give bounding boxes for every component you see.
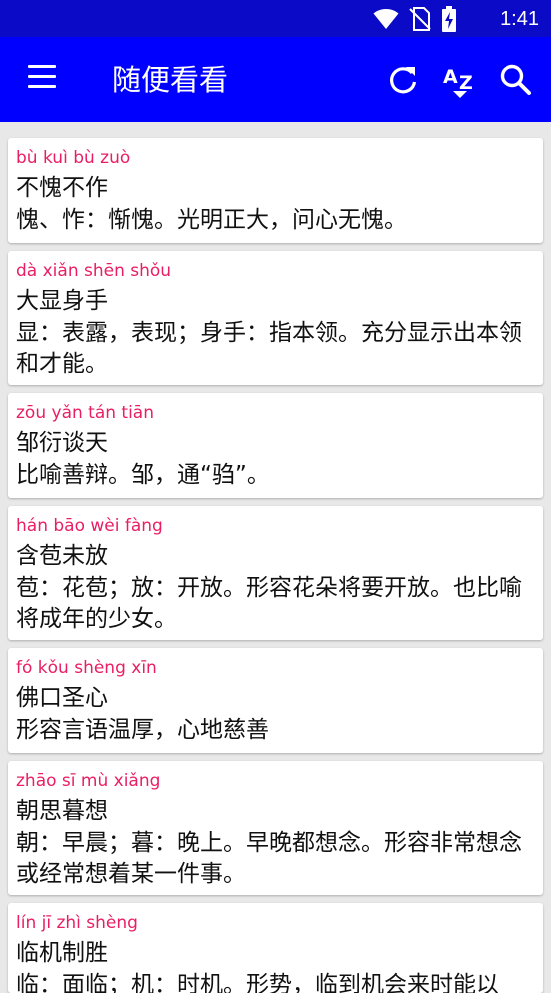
idiom-card[interactable]: zōu yǎn tán tiān 邹衍谈天 比喻善辩。邹，通“驺”。 (8, 393, 543, 498)
idiom-word: 含苞未放 (16, 543, 108, 569)
idiom-word: 临机制胜 (16, 940, 108, 966)
idiom-pinyin: zhāo sī mù xiǎng (16, 771, 161, 791)
idiom-pinyin: lín jī zhì shèng (16, 913, 138, 933)
idiom-pinyin: fó kǒu shèng xīn (16, 658, 157, 678)
idiom-meaning: 形容言语温厚，心地慈善 (16, 717, 269, 743)
idiom-pinyin: dà xiǎn shēn shǒu (16, 261, 172, 281)
search-icon[interactable] (497, 61, 537, 101)
status-icons (373, 6, 457, 32)
idiom-card[interactable]: hán bāo wèi fàng 含苞未放 苞：花苞；放：开放。形容花朵将要开放… (8, 506, 543, 640)
idiom-word: 邹衍谈天 (16, 430, 108, 456)
idiom-word: 大显身手 (16, 288, 108, 314)
idiom-meaning: 朝：早晨；暮：晚上。早晚都想念。形容非常想念或经常想着某一件事。 (16, 830, 522, 887)
menu-icon[interactable] (26, 65, 60, 95)
idiom-card[interactable]: bù kuì bù zuò 不愧不作 愧、怍：惭愧。光明正大，问心无愧。 (8, 138, 543, 243)
wifi-icon (373, 9, 399, 29)
idiom-meaning: 临：面临；机：时机。形势，临到机会来时能以 (16, 972, 499, 993)
no-sim-icon (409, 7, 431, 31)
svg-text:Z: Z (459, 72, 473, 94)
idiom-meaning: 比喻善辩。邹，通“驺”。 (16, 462, 270, 488)
idiom-card[interactable]: dà xiǎn shēn shǒu 大显身手 显：表露，表现；身手：指本领。充分… (8, 251, 543, 385)
page-title: 随便看看 (112, 63, 229, 97)
battery-charging-icon (442, 6, 456, 32)
svg-text:A: A (443, 66, 458, 88)
idiom-word: 朝思暮想 (16, 798, 108, 824)
sort-az-icon[interactable]: A Z (440, 61, 480, 101)
idiom-word: 不愧不作 (16, 175, 108, 201)
idiom-card[interactable]: zhāo sī mù xiǎng 朝思暮想 朝：早晨；暮：晚上。早晚都想念。形容… (8, 761, 543, 895)
app-bar: 随便看看 A Z (0, 37, 551, 122)
idiom-card[interactable]: lín jī zhì shèng 临机制胜 临：面临；机：时机。形势，临到机会来… (8, 903, 543, 993)
idiom-card[interactable]: fó kǒu shèng xīn 佛口圣心 形容言语温厚，心地慈善 (8, 648, 543, 753)
idiom-meaning: 愧、怍：惭愧。光明正大，问心无愧。 (16, 207, 407, 233)
idiom-pinyin: zōu yǎn tán tiān (16, 403, 155, 423)
idiom-meaning: 显：表露，表现；身手：指本领。充分显示出本领和才能。 (16, 320, 522, 377)
idiom-word: 佛口圣心 (16, 685, 108, 711)
status-bar: 1:41 (0, 0, 551, 37)
refresh-icon[interactable] (383, 61, 423, 101)
status-time: 1:41 (500, 8, 539, 30)
idiom-meaning: 苞：花苞；放：开放。形容花朵将要开放。也比喻将成年的少女。 (16, 575, 522, 632)
idiom-pinyin: hán bāo wèi fàng (16, 516, 163, 536)
idiom-pinyin: bù kuì bù zuò (16, 148, 131, 168)
